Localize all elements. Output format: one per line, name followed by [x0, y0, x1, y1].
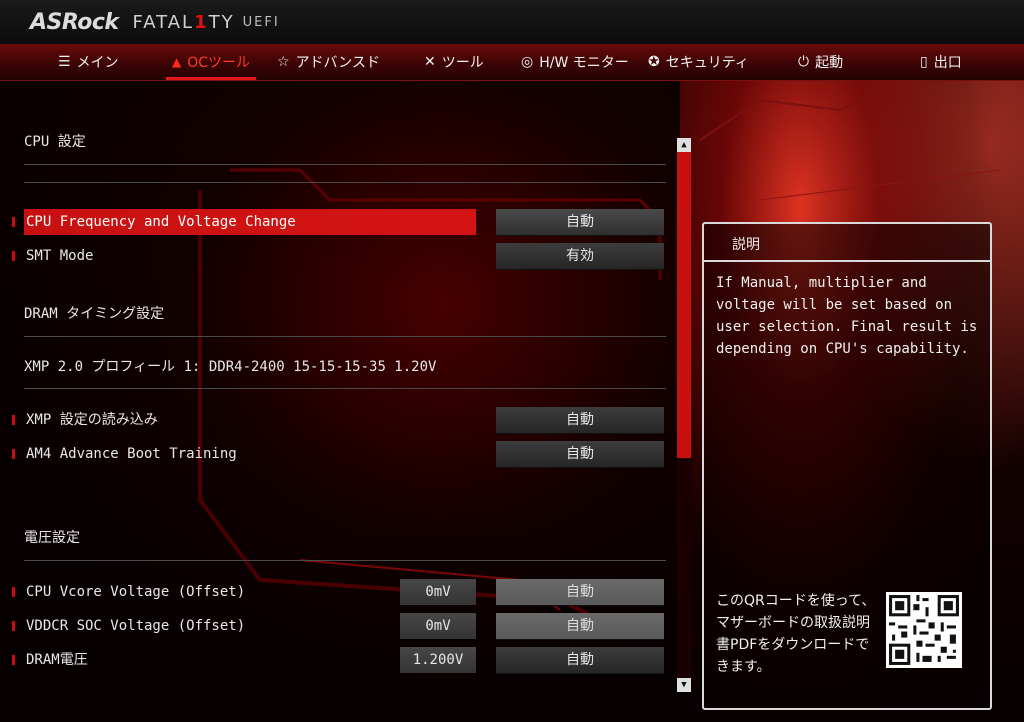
- setting-marker: [12, 217, 15, 227]
- description-body: If Manual, multiplier and voltage will b…: [716, 275, 978, 357]
- setting-marker: [12, 415, 15, 425]
- xmp-load-value-button[interactable]: 自動: [496, 407, 664, 434]
- dram-voltage-value-button[interactable]: 自動: [496, 647, 664, 674]
- qr-code-graphic: [886, 592, 962, 668]
- scroll-down-arrow-icon[interactable]: ▼: [677, 678, 691, 692]
- tab-label: OCツール: [187, 55, 251, 71]
- setting-vddcr-soc-offset[interactable]: VDDCR SOC Voltage (Offset): [24, 613, 245, 639]
- list-icon: ☰: [58, 54, 71, 70]
- tab-security[interactable]: ✪ セキュリティ: [648, 44, 749, 80]
- setting-marker: [12, 621, 15, 631]
- cpu-vcore-offset-input[interactable]: 0mV: [400, 579, 476, 605]
- description-title: 説明: [732, 237, 760, 253]
- smt-mode-value-button[interactable]: 有効: [496, 243, 664, 270]
- description-panel: 説明 If Manual, multiplier and voltage wil…: [702, 222, 992, 710]
- tab-label: 起動: [815, 55, 844, 71]
- description-header: 説明: [704, 224, 990, 262]
- star-icon: ☆: [277, 54, 290, 70]
- setting-marker: [12, 449, 15, 459]
- tab-boot[interactable]: ⏻ 起動: [798, 44, 843, 80]
- setting-marker: [12, 251, 15, 261]
- scroll-up-arrow-icon[interactable]: ▲: [677, 138, 691, 152]
- dram-voltage-input[interactable]: 1.200V: [400, 647, 476, 673]
- uefi-label: UEFI: [242, 14, 280, 30]
- section-divider: [24, 164, 666, 165]
- vddcr-soc-offset-input[interactable]: 0mV: [400, 613, 476, 639]
- setting-marker: [12, 655, 15, 665]
- tab-label: メイン: [76, 55, 119, 71]
- tab-main[interactable]: ☰ メイン: [58, 44, 119, 80]
- tab-label: 出口: [933, 55, 962, 71]
- tab-label: H/W モニター: [539, 55, 629, 71]
- vddcr-soc-value-button[interactable]: 自動: [496, 613, 664, 640]
- logo: ASRock FATAL1TY UEFI: [30, 9, 280, 35]
- flame-icon: ▲: [172, 55, 182, 69]
- title-bar: ASRock FATAL1TY UEFI: [0, 0, 1024, 44]
- tab-label: セキュリティ: [665, 55, 749, 71]
- tab-exit[interactable]: ▯ 出口: [920, 44, 962, 80]
- section-divider: [24, 560, 666, 561]
- tab-tools[interactable]: ✕ ツール: [424, 44, 484, 80]
- am4-boot-value-button[interactable]: 自動: [496, 441, 664, 468]
- setting-dram-voltage[interactable]: DRAM電圧: [24, 647, 88, 673]
- brand-logo: ASRock: [30, 9, 119, 35]
- product-logo: FATAL1TY: [132, 11, 235, 33]
- cpu-frequency-value-button[interactable]: 自動: [496, 209, 664, 236]
- section-title-cpu: CPU 設定: [24, 134, 86, 150]
- section-divider: [24, 182, 666, 183]
- main-menu-bar: ☰ メイン ▲ OCツール ☆ アドバンスド ✕ ツール ◎ H/W モニター …: [0, 44, 1024, 81]
- section-title-voltage: 電圧設定: [24, 530, 80, 546]
- setting-cpu-vcore-offset[interactable]: CPU Vcore Voltage (Offset): [24, 579, 245, 605]
- setting-am4-boot-training[interactable]: AM4 Advance Boot Training: [24, 441, 237, 467]
- power-icon: ⏻: [798, 54, 810, 70]
- cpu-vcore-value-button[interactable]: 自動: [496, 579, 664, 606]
- xmp-profile-info: XMP 2.0 プロフィール 1: DDR4-2400 15-15-15-35 …: [24, 359, 437, 375]
- setting-cpu-frequency-voltage[interactable]: CPU Frequency and Voltage Change: [24, 209, 476, 235]
- section-divider: [24, 388, 666, 389]
- setting-xmp-load[interactable]: XMP 設定の読み込み: [24, 407, 158, 433]
- setting-smt-mode[interactable]: SMT Mode: [24, 243, 93, 269]
- section-title-dram: DRAM タイミング設定: [24, 306, 165, 322]
- tab-label: アドバンスド: [295, 55, 380, 71]
- qr-code-icon: [886, 592, 962, 668]
- exit-icon: ▯: [920, 54, 928, 70]
- monitor-icon: ◎: [521, 54, 534, 70]
- tab-oc-tweaker[interactable]: ▲ OCツール: [165, 44, 257, 80]
- scrollbar-thumb[interactable]: [677, 152, 691, 458]
- qr-instruction-text: このQRコードを使って、マザーボードの取扱説明書PDFをダウンロードできます。: [716, 593, 876, 675]
- tab-advanced[interactable]: ☆ アドバンスド: [277, 44, 380, 80]
- setting-marker: [12, 587, 15, 597]
- shield-icon: ✪: [648, 54, 660, 70]
- tools-icon: ✕: [424, 54, 436, 70]
- tab-label: ツール: [441, 55, 484, 71]
- section-divider: [24, 336, 666, 337]
- tab-hw-monitor[interactable]: ◎ H/W モニター: [521, 44, 629, 80]
